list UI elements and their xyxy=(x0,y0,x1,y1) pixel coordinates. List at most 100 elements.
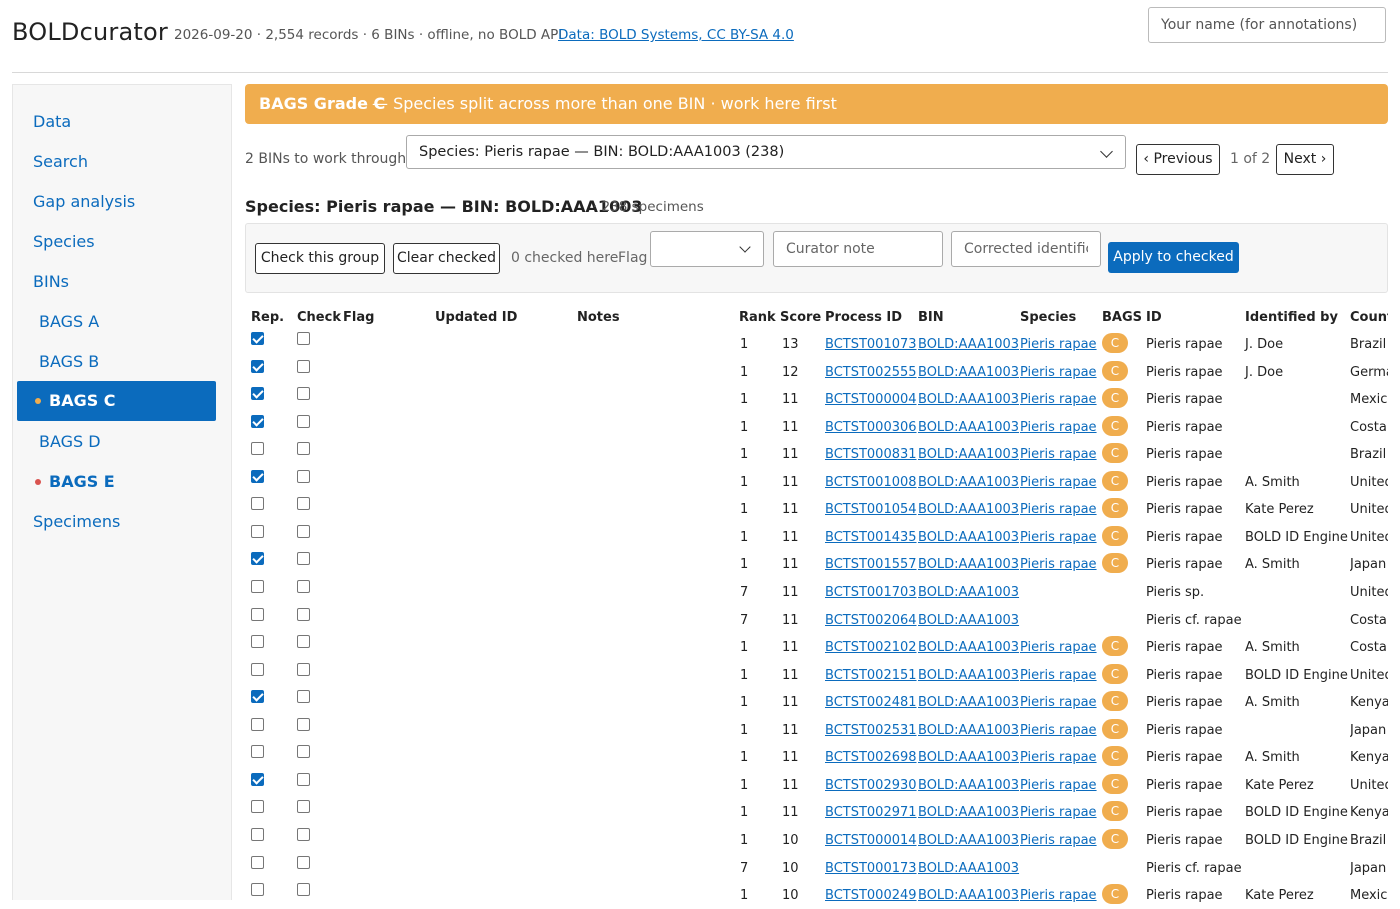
species-link[interactable]: Pieris rapae xyxy=(1020,365,1097,380)
curator-note-input[interactable] xyxy=(773,231,943,267)
rep-checkbox[interactable] xyxy=(251,827,264,841)
process-id-link[interactable]: BCTST000249 xyxy=(825,888,917,903)
species-link[interactable]: Pieris rapae xyxy=(1020,392,1097,407)
check-checkbox[interactable] xyxy=(297,414,310,428)
rep-checkbox[interactable] xyxy=(251,883,264,896)
process-id-link[interactable]: BCTST002481 xyxy=(825,695,917,710)
sidebar-item-search[interactable]: Search xyxy=(33,152,88,171)
species-link[interactable]: Pieris rapae xyxy=(1020,778,1097,793)
sidebar-item-bags-c[interactable]: BAGS C xyxy=(17,381,216,421)
process-id-link[interactable]: BCTST001008 xyxy=(825,475,917,490)
species-link[interactable]: Pieris rapae xyxy=(1020,750,1097,765)
bin-link[interactable]: BOLD:AAA1003 xyxy=(918,723,1019,738)
process-id-link[interactable]: BCTST001073 xyxy=(825,337,917,352)
species-link[interactable]: Pieris rapae xyxy=(1020,805,1097,820)
process-id-link[interactable]: BCTST000831 xyxy=(825,447,917,462)
bin-link[interactable]: BOLD:AAA1003 xyxy=(918,557,1019,572)
rep-checkbox[interactable] xyxy=(251,717,264,731)
species-link[interactable]: Pieris rapae xyxy=(1020,337,1097,352)
data-source-link[interactable]: Data: BOLD Systems, CC BY-SA 4.0 xyxy=(558,27,794,43)
rep-checkbox[interactable] xyxy=(251,690,264,704)
process-id-link[interactable]: BCTST002064 xyxy=(825,613,917,628)
sidebar-item-bins[interactable]: BINs xyxy=(33,272,69,291)
species-link[interactable]: Pieris rapae xyxy=(1020,502,1097,517)
sidebar-item-specimens[interactable]: Specimens xyxy=(33,512,120,531)
check-group-button[interactable]: Check this group xyxy=(255,243,385,274)
process-id-link[interactable]: BCTST001703 xyxy=(825,585,917,600)
process-id-link[interactable]: BCTST002971 xyxy=(825,805,917,820)
check-checkbox[interactable] xyxy=(297,800,310,814)
bin-link[interactable]: BOLD:AAA1003 xyxy=(918,613,1019,628)
species-link[interactable]: Pieris rapae xyxy=(1020,668,1097,683)
bin-link[interactable]: BOLD:AAA1003 xyxy=(918,447,1019,462)
bin-link[interactable]: BOLD:AAA1003 xyxy=(918,640,1019,655)
check-checkbox[interactable] xyxy=(297,827,310,841)
bin-link[interactable]: BOLD:AAA1003 xyxy=(918,888,1019,903)
check-checkbox[interactable] xyxy=(297,717,310,731)
next-button[interactable]: Next › xyxy=(1276,144,1334,175)
check-checkbox[interactable] xyxy=(297,359,310,373)
check-checkbox[interactable] xyxy=(297,635,310,648)
species-link[interactable]: Pieris rapae xyxy=(1020,723,1097,738)
rep-checkbox[interactable] xyxy=(251,414,264,428)
bin-link[interactable]: BOLD:AAA1003 xyxy=(918,365,1019,380)
check-checkbox[interactable] xyxy=(297,497,310,511)
process-id-link[interactable]: BCTST002151 xyxy=(825,668,917,683)
species-link[interactable]: Pieris rapae xyxy=(1020,640,1097,655)
process-id-link[interactable]: BCTST000004 xyxy=(825,392,917,407)
sidebar-item-bags-e[interactable]: BAGS E xyxy=(35,472,215,492)
bin-link[interactable]: BOLD:AAA1003 xyxy=(918,420,1019,435)
process-id-link[interactable]: BCTST002698 xyxy=(825,750,917,765)
annotator-name-input[interactable] xyxy=(1148,7,1386,43)
check-checkbox[interactable] xyxy=(297,332,310,345)
rep-checkbox[interactable] xyxy=(251,387,264,401)
rep-checkbox[interactable] xyxy=(251,635,264,648)
check-checkbox[interactable] xyxy=(297,442,310,456)
check-checkbox[interactable] xyxy=(297,469,310,483)
rep-checkbox[interactable] xyxy=(251,607,264,621)
species-link[interactable]: Pieris rapae xyxy=(1020,557,1097,572)
species-link[interactable]: Pieris rapae xyxy=(1020,475,1097,490)
bin-link[interactable]: BOLD:AAA1003 xyxy=(918,668,1019,683)
process-id-link[interactable]: BCTST000014 xyxy=(825,833,917,848)
bin-link[interactable]: BOLD:AAA1003 xyxy=(918,475,1019,490)
rep-checkbox[interactable] xyxy=(251,800,264,814)
process-id-link[interactable]: BCTST000173 xyxy=(825,861,917,876)
bin-link[interactable]: BOLD:AAA1003 xyxy=(918,530,1019,545)
process-id-link[interactable]: BCTST002930 xyxy=(825,778,917,793)
check-checkbox[interactable] xyxy=(297,855,310,869)
corrected-id-input[interactable] xyxy=(951,231,1101,267)
sidebar-item-species[interactable]: Species xyxy=(33,232,95,251)
rep-checkbox[interactable] xyxy=(251,469,264,483)
rep-checkbox[interactable] xyxy=(251,497,264,511)
species-link[interactable]: Pieris rapae xyxy=(1020,530,1097,545)
rep-checkbox[interactable] xyxy=(251,442,264,456)
species-link[interactable]: Pieris rapae xyxy=(1020,833,1097,848)
process-id-link[interactable]: BCTST002531 xyxy=(825,723,917,738)
check-checkbox[interactable] xyxy=(297,662,310,676)
check-checkbox[interactable] xyxy=(297,387,310,401)
rep-checkbox[interactable] xyxy=(251,745,264,759)
process-id-link[interactable]: BCTST001435 xyxy=(825,530,917,545)
bin-link[interactable]: BOLD:AAA1003 xyxy=(918,778,1019,793)
process-id-link[interactable]: BCTST001054 xyxy=(825,502,917,517)
check-checkbox[interactable] xyxy=(297,524,310,538)
species-link[interactable]: Pieris rapae xyxy=(1020,888,1097,903)
process-id-link[interactable]: BCTST002102 xyxy=(825,640,917,655)
bin-link[interactable]: BOLD:AAA1003 xyxy=(918,695,1019,710)
rep-checkbox[interactable] xyxy=(251,772,264,786)
sidebar-item-bags-b[interactable]: BAGS B xyxy=(39,352,99,371)
species-link[interactable]: Pieris rapae xyxy=(1020,420,1097,435)
apply-to-checked-button[interactable]: Apply to checked xyxy=(1108,242,1239,273)
rep-checkbox[interactable] xyxy=(251,855,264,869)
check-checkbox[interactable] xyxy=(297,772,310,786)
bin-link[interactable]: BOLD:AAA1003 xyxy=(918,805,1019,820)
species-link[interactable]: Pieris rapae xyxy=(1020,447,1097,462)
bin-link[interactable]: BOLD:AAA1003 xyxy=(918,585,1019,600)
bin-link[interactable]: BOLD:AAA1003 xyxy=(918,833,1019,848)
rep-checkbox[interactable] xyxy=(251,552,264,566)
check-checkbox[interactable] xyxy=(297,883,310,896)
species-link[interactable]: Pieris rapae xyxy=(1020,695,1097,710)
rep-checkbox[interactable] xyxy=(251,359,264,373)
flag-select[interactable] xyxy=(650,231,764,267)
